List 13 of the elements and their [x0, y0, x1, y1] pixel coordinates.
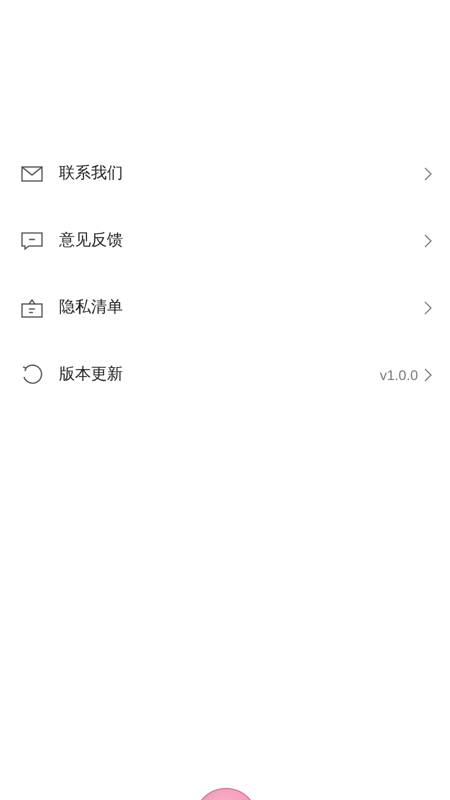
version-text: v1.0.0 [380, 366, 418, 382]
chevron-right-icon [424, 300, 432, 314]
menu-label[interactable]: 联系我们 [59, 163, 424, 184]
message-icon [21, 230, 43, 250]
briefcase-icon [21, 298, 43, 318]
chevron-right-icon [424, 166, 432, 180]
menu-label[interactable]: 意见反馈 [59, 230, 424, 251]
refresh-icon [21, 364, 43, 386]
menu-label[interactable]: 版本更新 [59, 364, 380, 385]
chevron-right-icon [424, 368, 432, 382]
menu-label[interactable]: 隐私清单 [59, 297, 424, 318]
mail-icon [21, 164, 43, 182]
chevron-right-icon [424, 234, 432, 248]
